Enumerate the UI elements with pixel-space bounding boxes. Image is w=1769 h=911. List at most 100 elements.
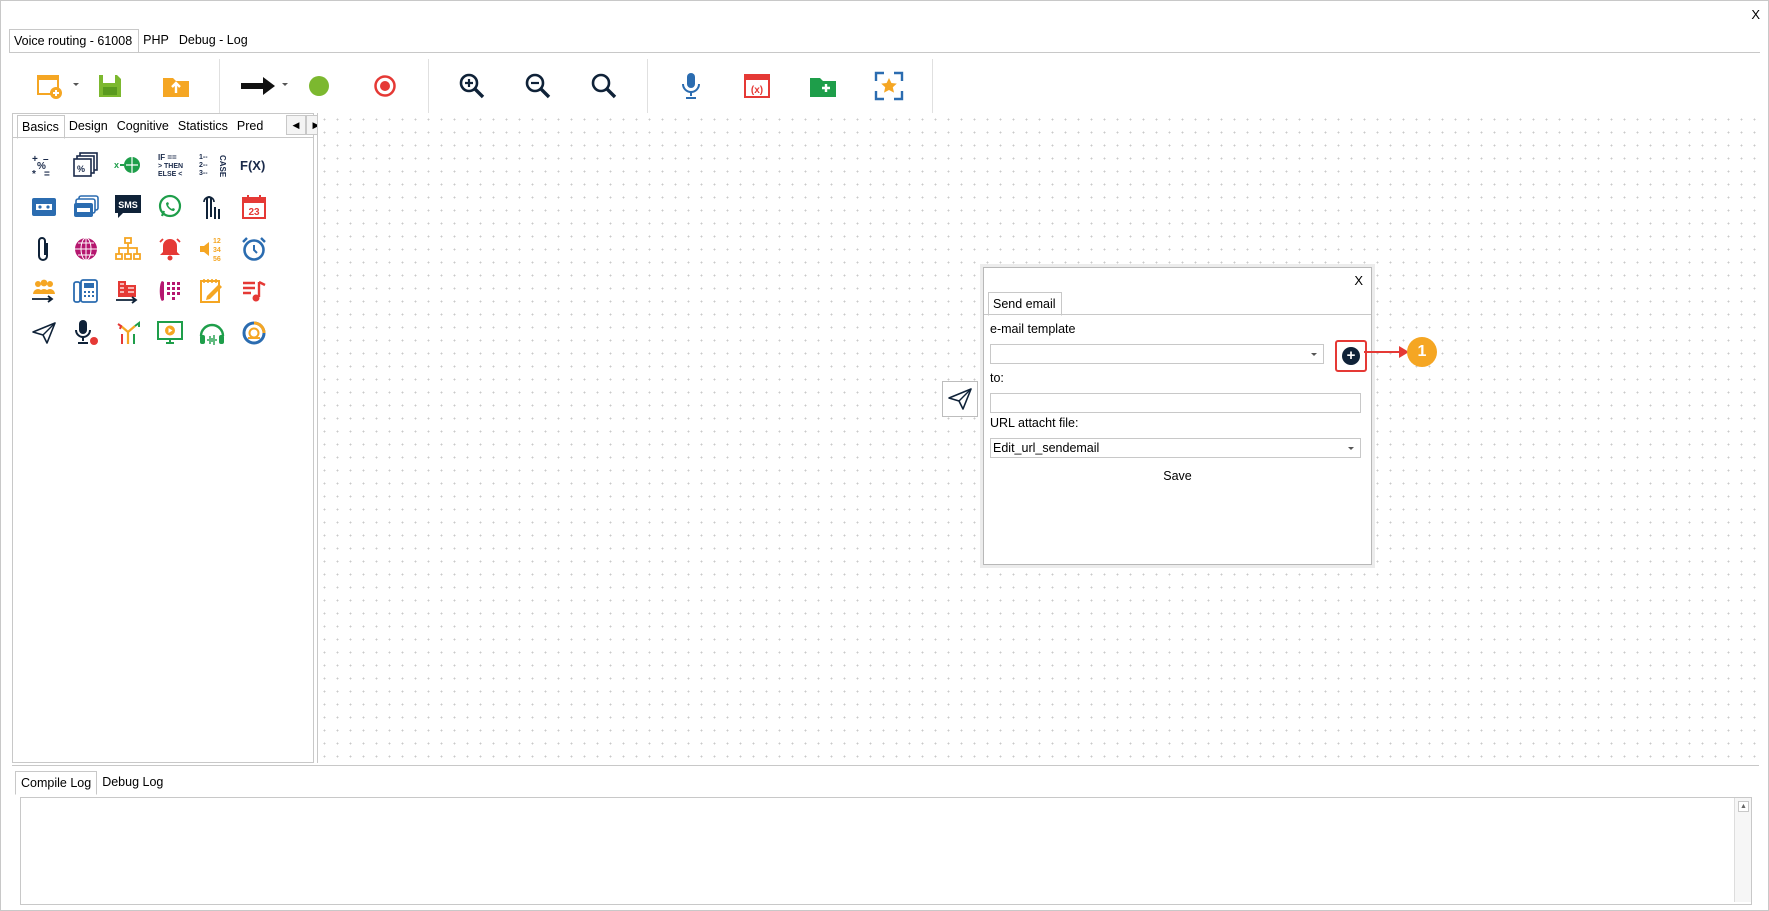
url-attach-select[interactable]: Edit_url_sendemail: [990, 438, 1361, 458]
stop-button[interactable]: [352, 61, 418, 111]
dialog-close-button[interactable]: X: [1354, 273, 1363, 288]
card-stack-icon[interactable]: [65, 186, 107, 228]
variables-button[interactable]: (x): [724, 61, 790, 111]
connector-button[interactable]: [230, 61, 288, 111]
tab-compile-log[interactable]: Compile Log: [15, 771, 98, 795]
function-icon[interactable]: F(X): [233, 144, 275, 186]
svg-text:23: 23: [248, 207, 260, 218]
save-button[interactable]: Save: [990, 469, 1365, 483]
add-folder-button[interactable]: [790, 61, 856, 111]
tab-cognitive[interactable]: Cognitive: [113, 115, 174, 137]
dialog-tab-divider: [984, 314, 1371, 315]
toolbar-group-tools: (x): [648, 59, 933, 113]
zoom-in-button[interactable]: [439, 61, 505, 111]
alarm-clock-icon[interactable]: [233, 228, 275, 270]
start-button[interactable]: [286, 61, 352, 111]
fit-to-screen-icon: [874, 71, 904, 101]
tab-php[interactable]: PHP: [139, 29, 175, 51]
toolbar-group-file: [11, 59, 220, 113]
scroll-up-icon[interactable]: ▲: [1738, 801, 1749, 812]
hierarchy-icon[interactable]: [107, 228, 149, 270]
web-globe-icon[interactable]: [65, 228, 107, 270]
to-label: to:: [990, 371, 1004, 385]
svg-text:ELSE <: ELSE <: [158, 171, 182, 178]
save-button[interactable]: [77, 61, 143, 111]
open-button[interactable]: [143, 61, 209, 111]
send-email-node[interactable]: [942, 381, 978, 417]
callout-arrow-line: [1364, 351, 1402, 353]
tab-voice-routing[interactable]: Voice routing - 61008: [9, 29, 140, 53]
sms-icon[interactable]: SMS: [107, 186, 149, 228]
chevron-down-icon: [1311, 353, 1317, 356]
palette-tab-bar: Basics Design Cognitive Statistics Pred: [17, 115, 268, 139]
chevron-down-icon: [1348, 447, 1354, 450]
window-close-button[interactable]: X: [1751, 7, 1760, 22]
say-numbers-icon[interactable]: 12 34 56: [191, 228, 233, 270]
record-voice-button[interactable]: [658, 61, 724, 111]
tab-debug-log-bottom[interactable]: Debug Log: [97, 771, 168, 793]
dial-keypad-icon[interactable]: [149, 270, 191, 312]
toolbar: (x): [11, 59, 933, 113]
split-route-icon[interactable]: [107, 312, 149, 354]
record-microphone-icon[interactable]: [65, 312, 107, 354]
log-scrollbar[interactable]: ▲: [1734, 798, 1751, 902]
new-diagram-icon: [37, 75, 62, 99]
svg-text:*: *: [32, 169, 36, 178]
if-then-else-icon[interactable]: IF == > THEN ELSE <: [149, 144, 191, 186]
email-template-select[interactable]: [990, 344, 1324, 364]
alarm-bell-icon[interactable]: [149, 228, 191, 270]
tab-basics[interactable]: Basics: [17, 115, 65, 139]
svg-text:%: %: [77, 164, 85, 174]
desk-phone-icon[interactable]: [65, 270, 107, 312]
svg-text:F(X): F(X): [240, 158, 265, 173]
new-diagram-button[interactable]: [21, 61, 79, 111]
calendar-icon[interactable]: 23: [233, 186, 275, 228]
svg-text:12: 12: [213, 238, 221, 245]
global-variable-icon[interactable]: x: [107, 144, 149, 186]
arrow-right-icon: [241, 77, 275, 95]
tab-statistics[interactable]: Statistics: [174, 115, 233, 137]
svg-text:(x): (x): [751, 85, 763, 96]
timer-circle-icon[interactable]: [233, 312, 275, 354]
plus-circle-icon: +: [1342, 347, 1360, 365]
left-palette-panel: Basics Design Cognitive Statistics Pred …: [12, 113, 326, 763]
send-email-icon[interactable]: [23, 312, 65, 354]
tab-send-email[interactable]: Send email: [988, 292, 1062, 316]
headphones-audio-icon[interactable]: [191, 312, 233, 354]
tab-scroll-left-icon[interactable]: ◀: [286, 115, 306, 135]
to-field[interactable]: [990, 393, 1361, 413]
touch-input-icon[interactable]: [191, 186, 233, 228]
svg-text:1--: 1--: [199, 154, 208, 161]
tab-debug-log[interactable]: Debug - Log: [175, 29, 254, 51]
svg-text:IF ==: IF ==: [158, 153, 177, 162]
tab-pred[interactable]: Pred: [233, 115, 268, 137]
switch-case-icon[interactable]: 1-- 2-- 3-- CASE: [191, 144, 233, 186]
whatsapp-icon[interactable]: [149, 186, 191, 228]
compile-log-output[interactable]: ▲: [20, 797, 1752, 905]
attachment-icon[interactable]: [23, 228, 65, 270]
zoom-reset-icon: [591, 73, 617, 99]
svg-text:CASE: CASE: [218, 155, 226, 178]
edit-note-icon[interactable]: [191, 270, 233, 312]
callout-badge: 1: [1407, 337, 1437, 367]
queue-agents-icon[interactable]: [23, 270, 65, 312]
toolbar-group-zoom: [429, 59, 648, 113]
media-player-icon[interactable]: [149, 312, 191, 354]
fit-to-screen-button[interactable]: [856, 61, 922, 111]
log-separator: [12, 765, 1759, 766]
math-operations-icon[interactable]: + –% * =: [23, 144, 65, 186]
zoom-out-icon: [525, 73, 551, 99]
add-template-button[interactable]: +: [1335, 340, 1367, 372]
svg-text:SMS: SMS: [118, 200, 138, 210]
tab-design[interactable]: Design: [65, 115, 113, 137]
music-playlist-icon[interactable]: [233, 270, 275, 312]
top-tab-bar: Voice routing - 61008 PHP Debug - Log: [9, 29, 254, 53]
zoom-out-button[interactable]: [505, 61, 571, 111]
zoom-reset-button[interactable]: [571, 61, 637, 111]
company-transfer-icon[interactable]: [107, 270, 149, 312]
percent-stack-icon[interactable]: %: [65, 144, 107, 186]
send-email-dialog: X Send email e-mail template + to: URL a…: [983, 267, 1372, 565]
variables-icon: (x): [744, 74, 770, 98]
card-icon[interactable]: [23, 186, 65, 228]
url-attach-value: Edit_url_sendemail: [993, 441, 1100, 455]
